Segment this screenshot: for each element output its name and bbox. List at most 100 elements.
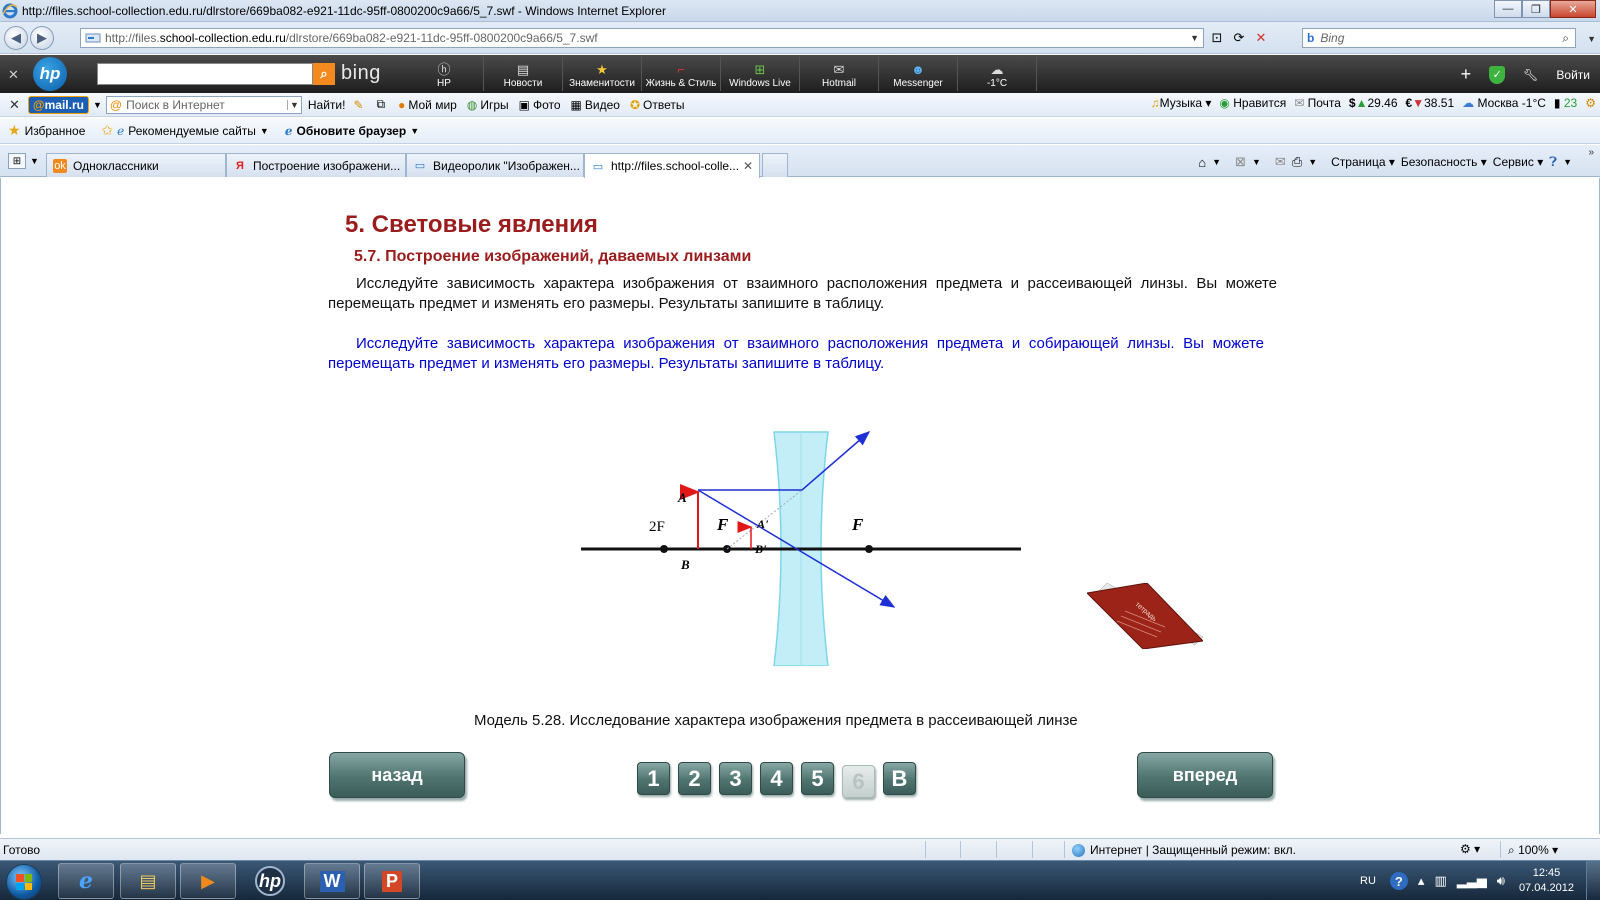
- hp-logo[interactable]: hp: [33, 57, 67, 91]
- taskbar-media-player-icon[interactable]: ▶: [180, 863, 236, 899]
- hp-item-lifestyle[interactable]: ⌐ Жизнь & Стиль: [642, 57, 721, 91]
- tab-odnoklassniki[interactable]: ok Одноклассники: [46, 153, 226, 177]
- photo-link[interactable]: ▣ Фото: [519, 98, 561, 112]
- hp-item-news[interactable]: ▤ Новости: [484, 57, 563, 91]
- traffic-link[interactable]: ▮ 23: [1554, 96, 1577, 110]
- mail-link[interactable]: ✉ Почта: [1294, 96, 1341, 110]
- settings-icon[interactable]: ⚙: [1585, 96, 1596, 110]
- signal-icon[interactable]: ▂▃▅: [1457, 873, 1487, 889]
- hp-item-hotmail[interactable]: ✉ Hotmail: [800, 57, 879, 91]
- back-button[interactable]: ◀: [4, 26, 28, 50]
- favorites-button[interactable]: ★ Избранное: [8, 122, 85, 139]
- minimize-button[interactable]: —: [1494, 0, 1522, 18]
- security-zone[interactable]: Интернет | Защищенный режим: вкл.: [1072, 843, 1296, 857]
- converging-lens-link[interactable]: Исследуйте зависимость характера изображ…: [328, 334, 1264, 374]
- security-shield-icon[interactable]: ✓: [1489, 65, 1506, 84]
- search-input[interactable]: b Bing ⌕: [1302, 28, 1576, 48]
- help-icon[interactable]: ❓︎: [1549, 154, 1557, 170]
- home-icon[interactable]: ⌂: [1198, 155, 1206, 170]
- video-link[interactable]: ▦ Видео: [571, 98, 620, 112]
- chevron-down-icon[interactable]: ▼: [1212, 157, 1221, 167]
- chevron-down-icon[interactable]: ▼: [1563, 157, 1572, 167]
- safety-menu[interactable]: Безопасность ▾: [1401, 155, 1487, 169]
- chevron-down-icon[interactable]: ▼: [93, 100, 102, 110]
- page-button-2[interactable]: 2: [678, 762, 711, 795]
- eur-rate[interactable]: €▼38.51: [1406, 96, 1455, 110]
- start-button[interactable]: [6, 864, 42, 900]
- chevron-down-icon[interactable]: ▼: [286, 99, 299, 110]
- clock[interactable]: 12:45 07.04.2012: [1519, 866, 1574, 896]
- page-button-5[interactable]: 5: [801, 762, 834, 795]
- wrench-icon[interactable]: 🔧︎: [1523, 68, 1538, 82]
- games-link[interactable]: ◍ Игры: [467, 98, 509, 112]
- network-icon[interactable]: ▥: [1434, 873, 1446, 889]
- chevron-down-icon[interactable]: ▼: [1308, 157, 1317, 167]
- usd-rate[interactable]: $▲29.46: [1349, 96, 1398, 110]
- page-button-v[interactable]: В: [883, 762, 916, 795]
- show-hidden-icons[interactable]: ▴: [1418, 873, 1425, 889]
- forward-button[interactable]: ▶: [30, 26, 54, 50]
- taskbar-ie-icon[interactable]: ℯ: [58, 863, 114, 899]
- lens-diagram[interactable]: 2F F F A B A' B': [581, 426, 1021, 666]
- forward-nav-button[interactable]: вперед: [1137, 752, 1273, 798]
- music-menu[interactable]: ♫Музыка ▾: [1151, 96, 1212, 110]
- refresh-icon[interactable]: ⟳: [1228, 28, 1250, 48]
- back-nav-button[interactable]: назад: [329, 752, 465, 798]
- new-tab-button[interactable]: [762, 153, 788, 177]
- mailru-logo[interactable]: @mail.ru: [27, 95, 89, 114]
- tools-menu[interactable]: Сервис ▾: [1493, 155, 1543, 169]
- close-window-button[interactable]: ✕: [1550, 0, 1596, 18]
- close-toolbar-icon[interactable]: ✕: [8, 67, 19, 83]
- taskbar-hp-icon[interactable]: hp: [242, 863, 298, 899]
- read-mail-icon[interactable]: ✉: [1275, 154, 1286, 170]
- tab-image-construction[interactable]: Я Построение изображени...: [226, 153, 406, 177]
- mailru-search-input[interactable]: @ Поиск в Интернет ▼: [105, 95, 302, 114]
- recommended-sites[interactable]: ✩ ℯ Рекомендуемые сайты ▼: [101, 122, 268, 139]
- address-bar[interactable]: http://files. school-collection.edu.ru/dl…: [80, 28, 1204, 48]
- taskbar-explorer-icon[interactable]: ▤: [120, 863, 176, 899]
- hp-item-weather[interactable]: ☁ -1°C: [958, 57, 1037, 91]
- notebook-icon[interactable]: тетрадь: [1087, 583, 1203, 649]
- toolbar-overflow-icon[interactable]: »: [1588, 147, 1594, 158]
- answers-link[interactable]: ✪ Ответы: [630, 98, 685, 112]
- bookmark-icon[interactable]: ⧉: [377, 97, 389, 112]
- print-icon[interactable]: ⎙: [1292, 154, 1302, 170]
- hp-item-hp[interactable]: ⓗ HP: [405, 57, 484, 91]
- tab-video[interactable]: ▭ Видеоролик "Изображен...: [406, 153, 584, 177]
- search-options-icon[interactable]: ▼: [1587, 34, 1596, 44]
- rss-feed-icon[interactable]: ⊠: [1235, 154, 1246, 170]
- hp-item-messenger[interactable]: ☻ Messenger: [879, 57, 958, 91]
- restore-button[interactable]: ❐: [1522, 0, 1550, 18]
- add-icon[interactable]: +: [1461, 64, 1472, 85]
- find-button[interactable]: Найти!: [308, 98, 346, 112]
- update-browser-link[interactable]: ℯ Обновите браузер ▼: [285, 124, 419, 138]
- hp-search-button[interactable]: ⌕: [313, 63, 335, 85]
- tab-list-icon[interactable]: ▼: [30, 156, 39, 166]
- page-button-3[interactable]: 3: [719, 762, 752, 795]
- page-button-4[interactable]: 4: [760, 762, 793, 795]
- close-tab-icon[interactable]: ✕: [743, 159, 753, 173]
- pencil-icon[interactable]: ✎: [353, 98, 366, 112]
- taskbar-word-icon[interactable]: W: [304, 863, 360, 899]
- my-world-link[interactable]: ● Мой мир: [398, 98, 457, 112]
- compatibility-view-icon[interactable]: ⊡: [1206, 28, 1228, 48]
- hp-item-celebrities[interactable]: ★ Знаменитости: [563, 57, 642, 91]
- chevron-down-icon[interactable]: ▼: [1252, 157, 1261, 167]
- page-menu[interactable]: Страница ▾: [1331, 155, 1395, 169]
- language-indicator[interactable]: RU: [1360, 875, 1376, 887]
- like-link[interactable]: ◉ Нравится: [1219, 96, 1286, 110]
- search-icon[interactable]: ⌕: [1562, 31, 1569, 46]
- hp-item-windows-live[interactable]: ⊞ Windows Live: [721, 57, 800, 91]
- stop-icon[interactable]: ✕: [1250, 28, 1272, 48]
- page-button-1[interactable]: 1: [637, 762, 670, 795]
- show-desktop-button[interactable]: [1586, 861, 1600, 900]
- taskbar-powerpoint-icon[interactable]: P: [364, 863, 420, 899]
- zoom-level[interactable]: ⌕ 100% ▾: [1508, 843, 1558, 858]
- hp-search-input[interactable]: [97, 63, 313, 85]
- addons-icon[interactable]: ⚙ ▾: [1460, 842, 1480, 856]
- weather-link[interactable]: ☁ Москва -1°C: [1462, 96, 1546, 110]
- help-icon[interactable]: ?: [1389, 872, 1408, 890]
- close-toolbar-icon[interactable]: ✕: [9, 97, 20, 113]
- signin-link[interactable]: Войти: [1556, 68, 1590, 82]
- quick-tabs-icon[interactable]: ⊞: [8, 153, 26, 169]
